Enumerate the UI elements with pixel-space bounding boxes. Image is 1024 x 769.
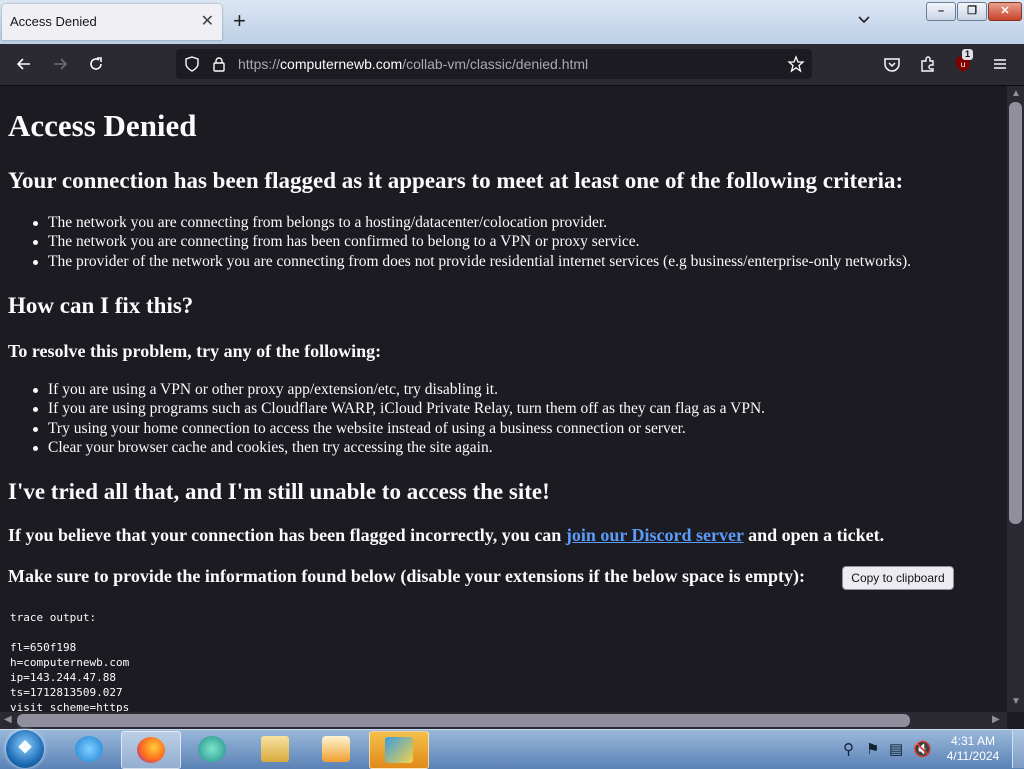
taskbar-app-active[interactable] [369, 731, 429, 769]
taskbar-internet-explorer[interactable] [60, 731, 118, 767]
browser-tab[interactable]: Access Denied ✕ [2, 4, 222, 40]
list-item: If you are using programs such as Cloudf… [32, 400, 765, 419]
discord-paragraph: If you believe that your connection has … [8, 525, 884, 546]
url-host: computernewb.com [280, 56, 403, 72]
messenger-icon [198, 736, 226, 762]
url-path: /collab-vm/classic/denied.html [402, 56, 589, 72]
fixes-list: If you are using a VPN or other proxy ap… [32, 381, 765, 458]
list-item: Try using your home connection to access… [32, 420, 765, 439]
taskbar: ❖ ⚲ ⚑ ▤ 🔇 4:31 AM 4/11/2024 [0, 729, 1024, 769]
bookmark-star-icon[interactable] [784, 52, 808, 76]
extensions-puzzle-icon[interactable] [916, 52, 940, 76]
extension-badge: 1 [962, 49, 974, 60]
scroll-down-arrow-icon[interactable]: ▼ [1011, 696, 1021, 707]
taskbar-explorer[interactable] [246, 731, 304, 767]
window-close-button[interactable]: ✕ [988, 2, 1022, 21]
discord-text-before: If you believe that your connection has … [8, 525, 566, 545]
criteria-list: The network you are connecting from belo… [33, 214, 911, 272]
flagged-heading: Your connection has been flagged as it a… [8, 168, 904, 193]
discord-text-after: and open a ticket. [743, 525, 885, 545]
copy-to-clipboard-button[interactable]: Copy to clipboard [842, 566, 954, 590]
scroll-up-arrow-icon[interactable]: ▲ [1011, 88, 1021, 99]
address-bar[interactable]: https://computernewb.com/collab-vm/class… [176, 49, 812, 79]
trace-line: visit_scheme=https [10, 701, 130, 712]
close-tab-icon[interactable]: ✕ [201, 11, 214, 31]
trace-line: ip=143.244.47.88 [10, 671, 116, 684]
scroll-left-arrow-icon[interactable]: ◀ [4, 714, 12, 725]
vertical-scroll-thumb[interactable] [1009, 102, 1022, 524]
windows-logo-icon: ❖ [17, 738, 33, 757]
chevron-down-icon[interactable] [856, 12, 872, 28]
url-text[interactable]: https://computernewb.com/collab-vm/class… [238, 56, 588, 72]
internet-explorer-icon [75, 736, 103, 762]
trace-line: trace output: [10, 611, 97, 624]
firefox-icon [137, 737, 165, 763]
clock-date: 4/11/2024 [946, 749, 1000, 763]
trace-line: h=computernewb.com [10, 656, 130, 669]
horizontal-scroll-thumb[interactable] [17, 714, 910, 727]
provide-info-text: Make sure to provide the information fou… [8, 566, 806, 586]
system-clock[interactable]: 4:31 AM 4/11/2024 [940, 734, 1006, 764]
discord-link[interactable]: join our Discord server [566, 525, 744, 545]
restore-button[interactable]: ❐ [957, 2, 987, 21]
forward-arrow-icon[interactable] [48, 52, 72, 76]
taskbar-messenger[interactable] [183, 731, 241, 767]
list-item: The network you are connecting from has … [33, 233, 911, 252]
page-title: Access Denied [8, 108, 197, 143]
trace-line: ts=1712813509.027 [10, 686, 123, 699]
taskbar-firefox[interactable] [121, 731, 181, 769]
list-item: Clear your browser cache and cookies, th… [32, 439, 765, 458]
trace-output: trace output: fl=650f198 h=computernewb.… [10, 610, 129, 712]
network-icon[interactable]: ▤ [889, 740, 903, 758]
trace-line [10, 625, 129, 640]
search-icon[interactable]: ⚲ [843, 740, 854, 758]
page-content: Access Denied Your connection has been f… [0, 86, 1007, 712]
tracking-shield-icon[interactable] [180, 52, 204, 76]
back-arrow-icon[interactable] [12, 52, 36, 76]
still-unable-heading: I've tried all that, and I'm still unabl… [8, 479, 550, 504]
resolve-heading: To resolve this problem, try any of the … [8, 341, 382, 361]
folder-icon [261, 736, 289, 762]
list-item: If you are using a VPN or other proxy ap… [32, 381, 765, 400]
scroll-right-arrow-icon[interactable]: ▶ [992, 714, 1000, 725]
list-item: The network you are connecting from belo… [33, 214, 911, 233]
vertical-scrollbar[interactable]: ▲ ▼ [1007, 86, 1024, 712]
minimize-button[interactable]: – [926, 2, 956, 21]
volume-muted-icon[interactable]: 🔇 [913, 740, 932, 758]
navigation-toolbar: https://computernewb.com/collab-vm/class… [0, 44, 1024, 86]
horizontal-scrollbar[interactable]: ◀ ▶ [0, 712, 1007, 729]
reload-icon[interactable] [84, 52, 108, 76]
action-center-flag-icon[interactable]: ⚑ [866, 740, 879, 758]
start-button[interactable]: ❖ [6, 730, 44, 768]
list-item: The provider of the network you are conn… [33, 253, 911, 272]
fix-heading: How can I fix this? [8, 293, 194, 318]
url-prefix: https:// [238, 56, 281, 72]
pocket-icon[interactable] [880, 52, 904, 76]
show-desktop-button[interactable] [1012, 730, 1024, 768]
app-icon [385, 737, 413, 763]
trace-line: fl=650f198 [10, 641, 77, 654]
clock-time: 4:31 AM [950, 734, 996, 748]
new-tab-button[interactable]: + [233, 8, 246, 34]
svg-text:u: u [960, 60, 965, 69]
hamburger-menu-icon[interactable] [988, 52, 1012, 76]
lock-icon[interactable] [207, 52, 231, 76]
tab-strip: Access Denied ✕ + – ❐ ✕ [0, 0, 1024, 44]
tab-title: Access Denied [10, 14, 97, 29]
media-player-icon [322, 736, 350, 762]
taskbar-media-player[interactable] [307, 731, 365, 767]
